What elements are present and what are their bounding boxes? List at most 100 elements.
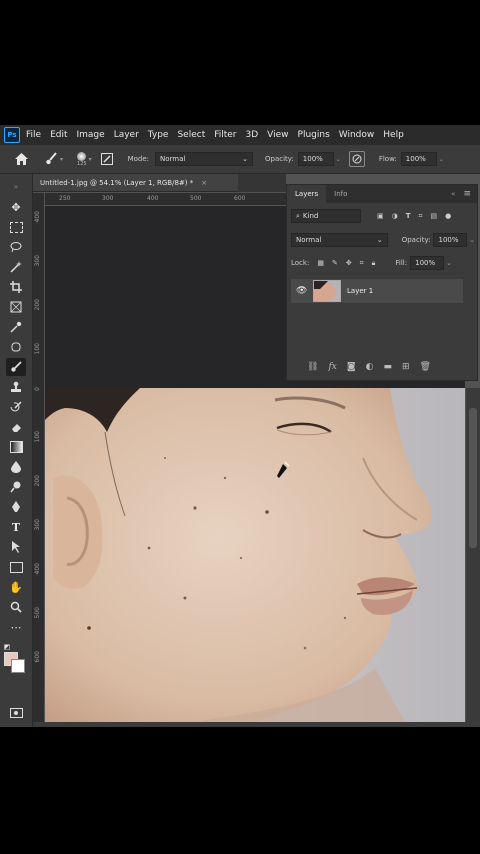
opacity-value: 100% bbox=[302, 155, 323, 163]
brush-tool-icon[interactable] bbox=[6, 358, 26, 376]
menu-file[interactable]: File bbox=[26, 130, 41, 140]
eraser-tool-icon[interactable] bbox=[6, 418, 26, 436]
panel-menu-icon[interactable]: ≡ bbox=[463, 189, 471, 199]
chevron-down-icon: ⌄ bbox=[376, 236, 383, 244]
layer-row[interactable]: 👁︎ Layer 1 bbox=[291, 279, 463, 303]
tab-layers[interactable]: Layers bbox=[287, 185, 327, 203]
chevron-down-icon[interactable]: ⌄ bbox=[336, 156, 341, 163]
close-tab-icon[interactable]: × bbox=[201, 179, 207, 187]
menu-select[interactable]: Select bbox=[177, 130, 205, 140]
history-brush-tool-icon[interactable] bbox=[6, 398, 26, 416]
collapse-panel-icon[interactable]: « bbox=[451, 190, 455, 198]
filter-smart-object-icon[interactable]: ▤ bbox=[430, 212, 437, 220]
frame-tool-icon[interactable] bbox=[6, 298, 26, 316]
adjustment-layer-icon[interactable]: ◐ bbox=[366, 362, 374, 372]
flow-input[interactable]: 100% bbox=[400, 152, 437, 166]
mode-select[interactable]: Normal ⌄ bbox=[155, 152, 254, 166]
more-tools-icon[interactable]: ⋯ bbox=[6, 618, 26, 636]
filter-adjustment-icon[interactable]: ◑ bbox=[392, 212, 398, 220]
brush-size-picker[interactable]: 125 bbox=[77, 151, 87, 167]
chevron-down-icon[interactable]: ▾ bbox=[89, 156, 92, 163]
background-color-swatch[interactable] bbox=[11, 659, 25, 673]
blend-mode-value: Normal bbox=[296, 236, 322, 244]
lasso-tool-icon[interactable] bbox=[6, 238, 26, 256]
brush-settings-icon[interactable] bbox=[100, 152, 114, 166]
layer-name[interactable]: Layer 1 bbox=[347, 287, 373, 295]
move-tool-icon[interactable]: ✥ bbox=[6, 198, 26, 216]
menu-type[interactable]: Type bbox=[148, 130, 169, 140]
filter-shape-icon[interactable]: ⌗ bbox=[419, 212, 423, 221]
filter-kind-select[interactable]: ⌕ Kind bbox=[291, 209, 361, 223]
tools-panel: » ✥ T ✋ ⋯ ◩ bbox=[0, 174, 33, 727]
ruler-tick: 300 bbox=[34, 519, 41, 531]
lock-transparent-icon[interactable]: ▦ bbox=[317, 259, 324, 267]
menu-window[interactable]: Window bbox=[339, 130, 375, 140]
menu-view[interactable]: View bbox=[267, 130, 288, 140]
filter-pixel-icon[interactable]: ▣ bbox=[377, 212, 384, 220]
delete-layer-icon[interactable]: 🗑︎ bbox=[420, 362, 431, 372]
ruler-tick: 600 bbox=[34, 651, 41, 663]
opacity-input[interactable]: 100% bbox=[297, 152, 334, 166]
tab-info[interactable]: Info bbox=[326, 185, 355, 203]
fill-label: Fill: bbox=[395, 259, 408, 267]
group-folder-icon[interactable]: ▬ bbox=[383, 362, 392, 372]
menu-help[interactable]: Help bbox=[383, 130, 404, 140]
ruler-tick: 300 bbox=[102, 195, 114, 202]
menu-filter[interactable]: Filter bbox=[214, 130, 236, 140]
ruler-tick: 400 bbox=[147, 195, 159, 202]
link-layers-icon[interactable]: ⛓︎ bbox=[307, 362, 318, 372]
gradient-tool-icon[interactable] bbox=[6, 438, 26, 456]
pen-tool-icon[interactable] bbox=[6, 498, 26, 516]
add-mask-icon[interactable]: ◙ bbox=[347, 362, 356, 372]
new-layer-icon[interactable]: ⊞ bbox=[402, 362, 410, 372]
menu-image[interactable]: Image bbox=[77, 130, 105, 140]
lock-image-icon[interactable]: ✎ bbox=[332, 259, 338, 267]
scrollbar-thumb[interactable] bbox=[469, 408, 477, 548]
eyedropper-tool-icon[interactable] bbox=[6, 318, 26, 336]
menu-3d[interactable]: 3D bbox=[246, 130, 259, 140]
ruler-tick: 250 bbox=[59, 195, 71, 202]
quick-mask-icon[interactable] bbox=[6, 704, 26, 722]
dodge-tool-icon[interactable] bbox=[6, 478, 26, 496]
flow-label: Flow: bbox=[378, 155, 397, 163]
crop-tool-icon[interactable] bbox=[6, 278, 26, 296]
chevron-down-icon[interactable]: ⌄ bbox=[469, 236, 475, 244]
lock-all-icon[interactable]: 🔒︎ bbox=[372, 259, 376, 268]
toolbar-collapse-icon[interactable]: » bbox=[6, 178, 26, 196]
clone-stamp-tool-icon[interactable] bbox=[6, 378, 26, 396]
layers-footer: ⛓︎ fx ◙ ◐ ▬ ⊞ 🗑︎ bbox=[307, 362, 431, 372]
home-icon[interactable] bbox=[14, 152, 28, 166]
lock-artboard-icon[interactable]: ⌗ bbox=[360, 259, 364, 268]
rectangle-tool-icon[interactable] bbox=[6, 558, 26, 576]
blend-mode-select[interactable]: Normal ⌄ bbox=[291, 233, 388, 247]
patch-tool-icon[interactable] bbox=[6, 338, 26, 356]
chevron-down-icon[interactable]: ⌄ bbox=[439, 156, 444, 163]
hand-tool-icon[interactable]: ✋ bbox=[6, 578, 26, 596]
zoom-tool-icon[interactable] bbox=[6, 598, 26, 616]
document-title: Untitled-1.jpg @ 54.1% (Layer 1, RGB/8#)… bbox=[40, 178, 194, 187]
filter-toggle-icon[interactable]: ● bbox=[445, 212, 451, 220]
chevron-down-icon[interactable]: ▾ bbox=[60, 156, 63, 163]
marquee-tool-icon[interactable] bbox=[6, 218, 26, 236]
path-selection-tool-icon[interactable] bbox=[6, 538, 26, 556]
lock-position-icon[interactable]: ✥ bbox=[346, 259, 352, 267]
lock-row: Lock: ▦ ✎ ✥ ⌗ 🔒︎ Fill: 100% ⌄ bbox=[291, 256, 475, 270]
chevron-down-icon: ⌄ bbox=[242, 155, 249, 163]
type-tool-icon[interactable]: T bbox=[6, 518, 26, 536]
fill-input[interactable]: 100% bbox=[410, 256, 445, 270]
blur-tool-icon[interactable] bbox=[6, 458, 26, 476]
menu-layer[interactable]: Layer bbox=[114, 130, 139, 140]
magic-wand-tool-icon[interactable] bbox=[6, 258, 26, 276]
filter-type-icon[interactable]: T bbox=[406, 212, 411, 220]
document-tab[interactable]: Untitled-1.jpg @ 54.1% (Layer 1, RGB/8#)… bbox=[33, 174, 238, 192]
layer-opacity-input[interactable]: 100% bbox=[433, 233, 468, 247]
pressure-opacity-icon[interactable] bbox=[348, 151, 365, 167]
fx-icon[interactable]: fx bbox=[328, 362, 336, 372]
image-canvas[interactable] bbox=[45, 388, 465, 722]
menu-edit[interactable]: Edit bbox=[50, 130, 67, 140]
visibility-eye-icon[interactable]: 👁︎ bbox=[296, 286, 307, 296]
vertical-scrollbar[interactable] bbox=[466, 388, 480, 722]
chevron-down-icon[interactable]: ⌄ bbox=[446, 259, 452, 267]
brush-tool-preset-icon[interactable] bbox=[44, 152, 58, 166]
menu-plugins[interactable]: Plugins bbox=[298, 130, 330, 140]
